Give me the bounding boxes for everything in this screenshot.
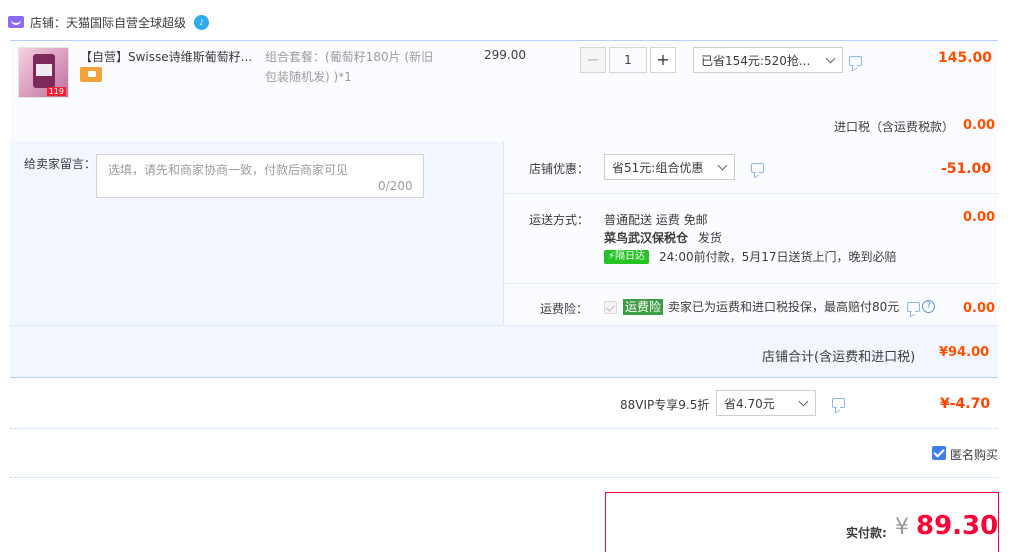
shop-total-label: 店铺合计(含运费和进口税) [762,350,916,365]
shop-discount-select-value: 省51元:组合优惠 [612,160,704,175]
vip-discount-select[interactable]: 省4.70元 [716,390,816,416]
divider [10,325,998,326]
import-tax-label: 进口税（含运费税款） [834,120,955,134]
divider [504,283,998,284]
insurance-text: 卖家已为运费和进口税投保，最高赔付80元 [668,300,900,314]
delivery-promise-text: 24:00前付款，5月17日送货上门，晚到必赔 [659,250,897,264]
help-icon[interactable]: ? [922,300,935,313]
tmall-shop-icon [8,16,24,28]
next-day-badge: ⚡隔日达 [604,249,650,264]
insurance-info: 运费险 卖家已为运费和进口税投保，最高赔付80元 [623,298,899,315]
item-subtotal: 145.00 [938,50,993,66]
product-title[interactable]: 【自营】Swisse诗维斯葡萄籽... [80,48,260,65]
ship-text: 发货 [697,231,722,245]
insurance-checkbox[interactable] [604,301,617,314]
chevron-down-icon [825,53,836,63]
divider [504,193,998,194]
divider [503,141,504,325]
anonymous-label[interactable]: 匿名购买 [950,446,998,463]
sku-line-2: 包装随机发) )*1 [265,70,352,84]
vip-discount-value: ¥-4.70 [940,396,991,412]
insurance-chat-icon[interactable] [907,302,920,312]
delivery-promise: ⚡隔日达 24:00前付款，5月17日送货上门，晚到必赔 [604,248,897,265]
shipping-fee-value: 0.00 [963,210,996,225]
divider [10,477,998,478]
insurance-value: 0.00 [963,301,996,316]
vip-discount-label: 88VIP专享9.5折 [620,398,710,412]
insurance-badge: 运费险 [623,298,664,315]
product-image[interactable]: 119 [18,47,69,98]
qty-input[interactable]: 1 [609,47,647,73]
shipping-origin: 菜鸟武汉保税仓 发货 [604,229,722,246]
product-image-tag: 119 [46,87,66,96]
shop-discount-value: -51.00 [941,161,992,177]
shipping-method: 普通配送 运费 免邮 [604,213,708,227]
quantity-stepper: − 1 + [580,47,676,73]
shipping-label: 运送方式： [529,213,590,227]
shop-discount-select[interactable]: 省51元:组合优惠 [604,154,735,180]
chevron-down-icon [798,396,809,406]
item-promo-select[interactable]: 已省154元:520抢... [693,47,843,73]
promo-info-icon[interactable] [849,56,862,66]
coupon-card-icon [80,67,102,82]
qty-decrease-button[interactable]: − [580,47,606,73]
seller-message-placeholder: 选填，请先和商家协商一致，付款后商家可见 [108,163,349,177]
qty-increase-button[interactable]: + [650,47,676,73]
anonymous-checkbox[interactable] [932,446,946,460]
vip-discount-select-value: 省4.70元 [724,396,775,411]
unit-price: 299.00 [484,48,526,62]
product-sku: 组合套餐：(葡萄籽180片 (新旧 包装随机发) )*1 [265,47,455,87]
item-promo-select-value: 已省154元:520抢... [701,53,811,68]
payment-currency: ¥ [895,515,909,540]
import-tax-value: 0.00 [963,118,996,133]
vip-info-icon[interactable] [832,398,845,408]
seller-message-count: 0/200 [378,179,413,193]
payment-label: 实付款: [846,526,887,540]
seller-message-label: 给卖家留言： [24,157,97,171]
chat-icon[interactable]: ♪ [194,14,210,30]
sku-line-1: 组合套餐：(葡萄籽180片 (新旧 [265,50,434,64]
shop-name[interactable]: 店铺：天猫国际自营全球超级 [30,14,186,31]
discount-info-icon[interactable] [751,163,764,173]
payment-amount: 89.30 [916,511,999,541]
chevron-down-icon [717,160,728,170]
insurance-label: 运费险： [540,302,589,316]
shop-total-value: ¥94.00 [939,345,990,360]
shop-header: 店铺：天猫国际自营全球超级 ♪ [8,12,210,32]
shop-discount-label: 店铺优惠： [529,162,590,176]
warehouse-name: 菜鸟武汉保税仓 [604,231,689,245]
product-jar-graphic [33,54,55,88]
divider [10,428,998,429]
